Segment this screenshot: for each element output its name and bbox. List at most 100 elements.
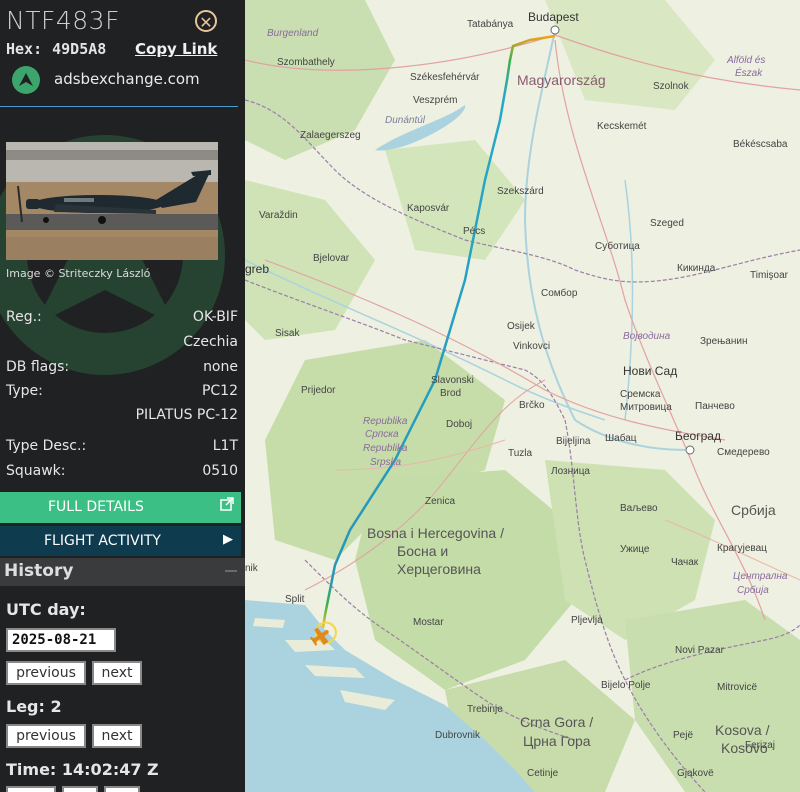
map-label: Burgenland <box>267 28 319 39</box>
history-header[interactable]: History <box>0 558 245 586</box>
time-control-button[interactable] <box>62 786 98 792</box>
map-label: Republika <box>363 416 408 427</box>
map-canvas <box>245 0 800 792</box>
map-label: Szombathely <box>277 57 335 68</box>
map-label: Босна и <box>397 543 449 559</box>
map-label: Bjelovar <box>313 253 350 264</box>
map-label: Србија <box>731 502 776 518</box>
map-label: Ужице <box>620 544 650 555</box>
map-label: Gjakovë <box>677 768 714 779</box>
map-label: Београд <box>675 429 721 443</box>
squawk-value: 0510 <box>202 463 238 479</box>
time-control-button[interactable] <box>104 786 140 792</box>
map-label: Лозница <box>551 466 590 477</box>
map-label: Brod <box>440 388 462 399</box>
collapse-icon[interactable] <box>225 570 237 572</box>
map-label: Сремска <box>620 389 661 400</box>
adsbexchange-logo-icon <box>12 66 40 94</box>
map-label: Mostar <box>413 617 444 628</box>
map-label: Mitrovicë <box>717 682 758 693</box>
map-label: Bijelo Polje <box>601 680 651 691</box>
time-control-button[interactable] <box>6 786 56 792</box>
aircraft-photo[interactable] <box>6 142 218 260</box>
leg-label: Leg: 2 <box>6 697 62 716</box>
map-label: Крагујевац <box>717 543 767 554</box>
reg-label: Reg.: <box>6 309 42 325</box>
map-label: Novi Pazar <box>675 645 724 656</box>
map-label: Зрењанин <box>700 336 748 347</box>
map-label: Србија <box>737 585 769 596</box>
map-label: Timişoar <box>750 270 788 281</box>
day-previous-button[interactable]: previous <box>6 661 86 685</box>
typedesc-value: L1T <box>212 438 238 454</box>
map-view[interactable]: Budapest Tatabánya Burgenland Szombathel… <box>245 0 800 792</box>
close-icon[interactable]: ✕ <box>195 10 217 32</box>
map-label: Republika <box>363 443 408 454</box>
type-label: Type: <box>6 383 43 399</box>
image-credit: Image © Striteczky László <box>6 267 151 280</box>
map-label: Békéscsaba <box>733 139 788 150</box>
type-full-value: PILATUS PC-12 <box>135 407 238 423</box>
map-label: Varaždin <box>259 210 298 221</box>
map-label: greb <box>245 262 270 276</box>
external-link-icon <box>220 497 234 511</box>
aircraft-info-panel: NTF483F ✕ Hex: 49D5A8 Copy Link adsbexcha… <box>0 0 245 792</box>
map-label: Црна Гора <box>523 733 591 749</box>
map-label: Vinkovci <box>513 341 551 352</box>
dbflags-value: none <box>203 359 238 375</box>
map-label: Cetinje <box>527 768 559 779</box>
time-label: Time: 14:02:47 Z <box>6 760 159 779</box>
map-label: Pécs <box>463 226 486 237</box>
map-label: Сомбор <box>541 288 578 299</box>
flight-activity-label: FLIGHT ACTIVITY <box>44 533 161 549</box>
map-label: Чачак <box>671 557 699 568</box>
squawk-label: Squawk: <box>6 463 66 479</box>
map-label: Kaposvár <box>407 203 450 214</box>
hex-label: Hex: <box>6 40 43 58</box>
map-label: Ваљево <box>620 503 658 514</box>
map-label: Суботица <box>595 241 640 252</box>
map-label: Doboj <box>446 419 473 430</box>
map-label: Sisak <box>275 328 300 339</box>
map-label: Смедерево <box>717 447 770 458</box>
map-label: Slavonski <box>431 375 474 386</box>
map-label: Pljevlja <box>571 615 603 626</box>
map-label: Dunántúl <box>385 115 426 126</box>
source-site-link[interactable]: adsbexchange.com <box>54 70 200 88</box>
leg-previous-button[interactable]: previous <box>6 724 86 748</box>
map-label: Панчево <box>695 401 735 412</box>
map-label: Tuzla <box>508 448 533 459</box>
map-label: Kecskemét <box>597 121 647 132</box>
map-label: Bijeljina <box>556 436 591 447</box>
map-label: Централна <box>733 571 788 582</box>
map-label: Dubrovnik <box>435 730 481 741</box>
hex-value: 49D5A8 <box>52 40 107 58</box>
map-label: Zalaegerszeg <box>300 130 361 141</box>
type-value: PC12 <box>201 383 238 399</box>
map-label: Српска <box>365 429 399 440</box>
utc-day-input[interactable]: 2025-08-21 <box>6 628 116 652</box>
copy-link-button[interactable]: Copy Link <box>135 40 217 58</box>
map-label: Veszprém <box>413 95 458 106</box>
day-next-button[interactable]: next <box>92 661 142 685</box>
map-label: Херцеговина <box>397 561 481 577</box>
reg-value: OK-BIF <box>192 309 238 325</box>
map-label: Ferizaj <box>745 740 776 751</box>
divider <box>0 106 238 107</box>
map-label: Magyarország <box>517 72 606 88</box>
map-label: Srpska <box>370 457 402 468</box>
typedesc-label: Type Desc.: <box>6 438 87 454</box>
map-label: Tatabánya <box>467 19 514 30</box>
leg-next-button[interactable]: next <box>92 724 142 748</box>
full-details-label: FULL DETAILS <box>48 499 144 515</box>
map-label: Budapest <box>528 10 579 24</box>
map-label: Szolnok <box>653 81 689 92</box>
map-label: Војводина <box>623 331 671 342</box>
full-details-button[interactable]: FULL DETAILS <box>0 492 241 523</box>
map-label: Prijedor <box>301 385 336 396</box>
flight-activity-button[interactable]: FLIGHT ACTIVITY ▶ <box>0 526 241 556</box>
hex-row: Hex: 49D5A8 <box>6 40 106 58</box>
map-label: Шабац <box>605 433 637 444</box>
map-label: Bosna i Hercegovina / <box>367 525 504 541</box>
map-label: Szekszárd <box>497 186 544 197</box>
